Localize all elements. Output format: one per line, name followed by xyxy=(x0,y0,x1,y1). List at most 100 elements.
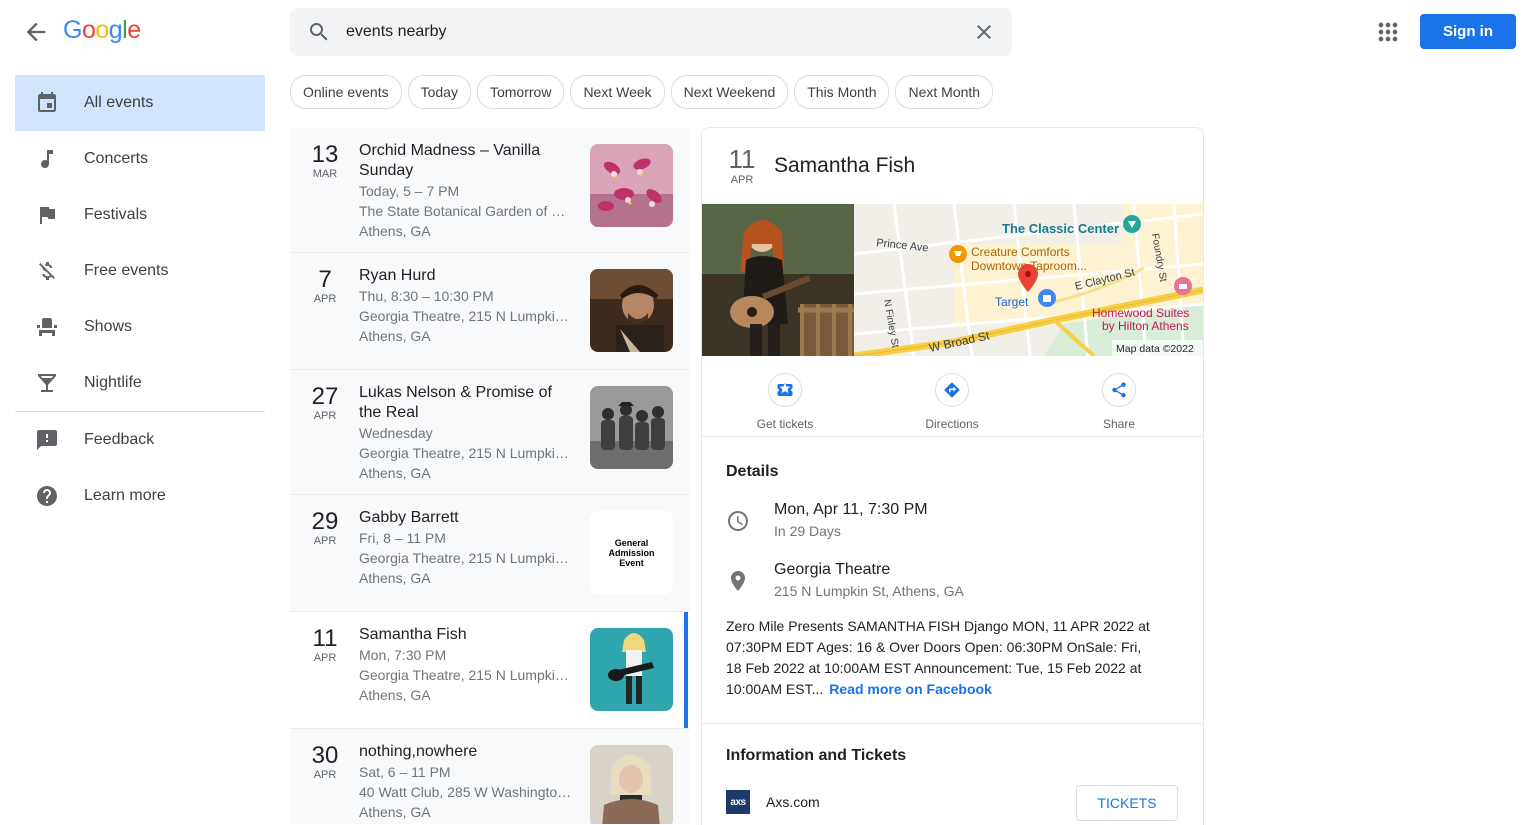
event-month: APR xyxy=(313,652,337,664)
search-input[interactable] xyxy=(346,16,946,48)
map-label-homewood: Homewood Suites xyxy=(1092,306,1189,320)
share-button[interactable]: Share xyxy=(1059,373,1179,431)
help-icon xyxy=(37,486,57,506)
money-off-icon xyxy=(39,262,55,280)
sidebar-item-label: All events xyxy=(84,94,154,111)
logo-letter: o xyxy=(81,16,96,44)
sidebar-item-free-events[interactable]: Free events xyxy=(15,243,265,299)
event-time: Thu, 8:30 – 10:30 PM xyxy=(359,288,494,304)
event-thumbnail xyxy=(590,386,673,469)
event-title: Samantha Fish xyxy=(359,626,467,643)
event-time: Mon, 7:30 PM xyxy=(359,647,447,663)
calendar-icon xyxy=(38,92,56,112)
venue-address: 215 N Lumpkin St, Athens, GA xyxy=(774,583,964,599)
chip-this-month[interactable]: This Month xyxy=(794,75,890,109)
sidebar-item-concerts[interactable]: Concerts xyxy=(15,131,265,187)
map-label-creature-comforts: Creature Comforts xyxy=(971,245,1070,259)
logo-letter: G xyxy=(63,16,82,44)
event-venue: 40 Watt Club, 285 W Washington St xyxy=(359,784,574,800)
event-city: Athens, GA xyxy=(359,465,431,481)
event-time: Wednesday xyxy=(359,425,433,441)
cocktail-icon xyxy=(38,374,56,392)
event-photo[interactable] xyxy=(702,204,854,356)
google-logo[interactable]: Google xyxy=(63,16,141,45)
chip-next-weekend[interactable]: Next Weekend xyxy=(670,75,789,109)
event-thumbnail xyxy=(590,628,673,711)
event-day: 29 xyxy=(311,508,339,535)
divider xyxy=(702,436,1203,437)
event-card-selected[interactable]: 11 APR Samantha Fish Mon, 7:30 PM Georgi… xyxy=(290,612,690,729)
sign-in-button[interactable]: Sign in xyxy=(1420,14,1516,49)
back-button[interactable] xyxy=(22,18,50,46)
logo-letter: o xyxy=(95,16,109,44)
detail-month: APR xyxy=(730,174,754,186)
close-icon[interactable] xyxy=(972,20,996,44)
music-note-icon xyxy=(41,150,53,169)
event-thumbnail xyxy=(590,269,673,352)
info-tickets-heading: Information and Tickets xyxy=(726,747,907,764)
date-filter-chips: Online events Today Tomorrow Next Week N… xyxy=(290,75,994,109)
event-month: APR xyxy=(313,535,337,547)
sidebar-item-learn-more[interactable]: Learn more xyxy=(15,468,265,524)
search-bar xyxy=(290,8,1012,56)
event-venue: Georgia Theatre, 215 N Lumpkin St xyxy=(359,667,574,683)
event-detail-panel: 11 APR Samantha Fish The Classic Center … xyxy=(701,127,1204,825)
event-thumbnail xyxy=(590,745,673,824)
event-title: Lukas Nelson & Promise of the Real xyxy=(359,384,552,421)
event-day: 13 xyxy=(311,141,339,168)
sidebar-item-all-events[interactable]: All events xyxy=(15,75,265,131)
read-more-link[interactable]: Read more on Facebook xyxy=(829,681,992,697)
event-day: 30 xyxy=(311,742,339,769)
chip-online-events[interactable]: Online events xyxy=(290,75,402,109)
apps-grid-icon xyxy=(1378,22,1398,42)
flag-icon xyxy=(40,207,55,224)
event-time: Fri, 8 – 11 PM xyxy=(359,530,446,546)
sidebar-item-nightlife[interactable]: Nightlife xyxy=(15,355,265,411)
event-datetime: Mon, Apr 11, 7:30 PM xyxy=(774,501,928,518)
sidebar-item-festivals[interactable]: Festivals xyxy=(15,187,265,243)
event-card[interactable]: 27 APR Lukas Nelson & Promise of the Rea… xyxy=(290,370,690,495)
map-label-classic-center: The Classic Center xyxy=(1002,221,1119,236)
event-city: Athens, GA xyxy=(359,804,431,820)
axs-logo: axs xyxy=(726,790,750,814)
sidebar-item-label: Feedback xyxy=(84,431,155,448)
map-label-target: Target xyxy=(995,295,1029,309)
get-tickets-button[interactable]: Get tickets xyxy=(725,373,845,431)
location-pin-icon xyxy=(731,571,745,591)
chip-today[interactable]: Today xyxy=(407,75,471,109)
event-card[interactable]: 29 APR Gabby Barrett Fri, 8 – 11 PM Geor… xyxy=(290,495,690,612)
general-admission-text: General Admission Event xyxy=(608,537,655,568)
event-card[interactable]: 13 MAR Orchid Madness – Vanilla Sunday T… xyxy=(290,128,690,253)
event-time: Today, 5 – 7 PM xyxy=(359,183,460,199)
event-thumbnail xyxy=(590,144,673,227)
feedback-icon xyxy=(37,430,57,450)
event-thumbnail: General Admission Event xyxy=(590,511,673,594)
event-title: Ryan Hurd xyxy=(359,267,436,284)
event-city: Athens, GA xyxy=(359,570,431,586)
detail-title: Samantha Fish xyxy=(774,154,916,177)
ticket-provider-name: Axs.com xyxy=(766,794,820,810)
action-label: Directions xyxy=(925,417,979,431)
event-venue: The State Botanical Garden of Georgia xyxy=(359,203,574,219)
event-month: APR xyxy=(313,293,337,305)
event-card[interactable]: 7 APR Ryan Hurd Thu, 8:30 – 10:30 PM Geo… xyxy=(290,253,690,370)
event-city: Athens, GA xyxy=(359,328,431,344)
sidebar-item-feedback[interactable]: Feedback xyxy=(15,412,265,468)
apps-button[interactable] xyxy=(1374,18,1402,46)
arrow-back-icon xyxy=(26,22,46,42)
sidebar-item-shows[interactable]: Shows xyxy=(15,299,265,355)
event-card[interactable]: 30 APR nothing,nowhere Sat, 6 – 11 PM 40… xyxy=(290,729,690,824)
event-map[interactable]: The Classic Center Prince Ave Creature C… xyxy=(854,204,1203,356)
event-title: nothing,nowhere xyxy=(359,743,478,760)
event-list: 13 MAR Orchid Madness – Vanilla Sunday T… xyxy=(290,128,690,824)
chip-next-week[interactable]: Next Week xyxy=(570,75,665,109)
tickets-button[interactable]: TICKETS xyxy=(1076,785,1178,821)
sidebar-item-label: Nightlife xyxy=(84,374,142,391)
event-time: Sat, 6 – 11 PM xyxy=(359,764,451,780)
chip-next-month[interactable]: Next Month xyxy=(895,75,994,109)
search-icon[interactable] xyxy=(307,20,331,44)
directions-button[interactable]: Directions xyxy=(892,373,1012,431)
logo-letter: e xyxy=(127,16,141,44)
map-label-hilton: by Hilton Athens xyxy=(1102,319,1189,333)
chip-tomorrow[interactable]: Tomorrow xyxy=(476,75,565,109)
